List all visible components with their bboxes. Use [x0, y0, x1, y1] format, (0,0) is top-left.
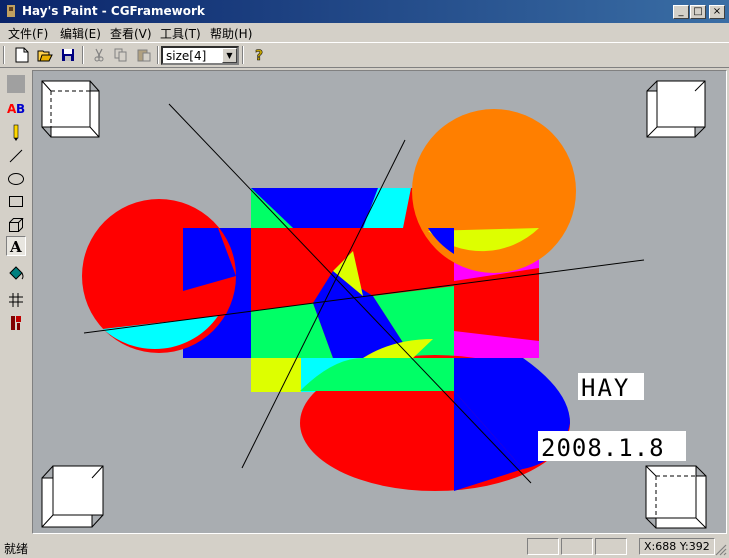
status-cell-1	[527, 538, 559, 555]
hay-text: HAY	[581, 374, 630, 402]
cube-bottom-right	[645, 465, 707, 529]
text-ab-icon: AB	[7, 102, 25, 116]
menu-bar: 文件(F) 编辑(E) 查看(V) 工具(T) 帮助(H)	[0, 23, 729, 42]
title-bar: Hay's Paint - CGFramework _ □ ×	[0, 0, 729, 23]
cube-top-right	[646, 80, 706, 138]
toolbar-separator	[82, 46, 84, 64]
new-file-button[interactable]	[11, 45, 32, 65]
status-cell-3	[595, 538, 627, 555]
status-cell-2	[561, 538, 593, 555]
svg-text:A: A	[9, 238, 22, 254]
window-title: Hay's Paint - CGFramework	[22, 4, 205, 18]
tool-palette: AB A	[0, 68, 32, 534]
svg-text:?: ?	[255, 48, 263, 63]
size-dropdown[interactable]: size[4] ▼	[161, 46, 239, 65]
text-a-tool-button[interactable]: A	[6, 236, 26, 256]
status-bar: 就绪 X:688 Y:392	[0, 536, 729, 558]
toolbar-grip	[3, 46, 5, 64]
pencil-tool-button[interactable]	[6, 123, 26, 143]
cube-top-left	[41, 80, 100, 138]
select-tool-button[interactable]	[6, 74, 26, 94]
grid-tool-button[interactable]	[6, 290, 26, 310]
brush-icon	[11, 316, 21, 330]
paste-button[interactable]	[133, 45, 154, 65]
rectangle-icon	[9, 196, 23, 207]
help-button[interactable]: ?	[248, 45, 269, 65]
menu-edit[interactable]: 编辑(E)	[60, 25, 101, 42]
ellipse-icon	[8, 173, 24, 185]
pencil-icon	[13, 124, 19, 141]
paint-app-icon	[7, 5, 15, 17]
status-ready-text: 就绪	[4, 542, 29, 556]
cut-button[interactable]	[88, 45, 109, 65]
grid-icon	[9, 293, 23, 307]
fill-bucket-icon	[9, 266, 24, 280]
copy-button[interactable]	[110, 45, 131, 65]
rectangle-tool-button[interactable]	[6, 192, 26, 212]
yellow-bottom-left	[251, 358, 301, 392]
save-file-button[interactable]	[57, 45, 78, 65]
brush-tool-button[interactable]	[6, 313, 26, 333]
open-file-button[interactable]	[34, 45, 55, 65]
cube-tool-button[interactable]	[6, 215, 26, 235]
minimize-button[interactable]: _	[673, 5, 689, 19]
cut-icon	[94, 48, 103, 62]
menu-file[interactable]: 文件(F)	[8, 25, 48, 42]
resize-grip-icon[interactable]	[715, 544, 727, 556]
cube-icon	[9, 218, 24, 232]
copy-icon	[114, 48, 126, 62]
open-icon	[37, 50, 53, 62]
select-tool-icon	[7, 75, 25, 93]
fill-tool-button[interactable]	[6, 263, 26, 283]
toolbar: size[4] ▼ ?	[0, 42, 729, 68]
paste-icon	[137, 49, 150, 62]
line-tool-button[interactable]	[6, 146, 26, 166]
save-icon	[61, 49, 74, 61]
menu-tools[interactable]: 工具(T)	[160, 25, 201, 42]
ellipse-tool-button[interactable]	[6, 169, 26, 189]
status-coords: X:688 Y:392	[644, 540, 710, 553]
svg-text:B: B	[16, 102, 25, 116]
canvas-drawing: HAY 2008.1.8	[41, 80, 707, 529]
menu-help[interactable]: 帮助(H)	[210, 25, 252, 42]
maximize-button[interactable]: □	[690, 5, 706, 19]
help-icon: ?	[254, 48, 263, 63]
text-ab-tool-button[interactable]: AB	[6, 98, 26, 118]
size-dropdown-value: size[4]	[166, 49, 207, 63]
toolbar-separator	[242, 46, 244, 64]
cube-bottom-left	[41, 465, 104, 528]
date-text: 2008.1.8	[541, 434, 665, 462]
close-button[interactable]: ×	[709, 5, 725, 19]
new-icon	[15, 47, 28, 63]
chevron-down-icon[interactable]: ▼	[222, 48, 237, 63]
line-icon	[9, 149, 23, 163]
toolbar-separator	[157, 46, 159, 64]
canvas-frame: HAY 2008.1.8	[32, 70, 727, 534]
menu-view[interactable]: 查看(V)	[110, 25, 152, 42]
text-a-icon: A	[9, 238, 22, 254]
status-coords-cell: X:688 Y:392	[639, 538, 715, 555]
drawing-canvas[interactable]: HAY 2008.1.8	[33, 71, 726, 533]
